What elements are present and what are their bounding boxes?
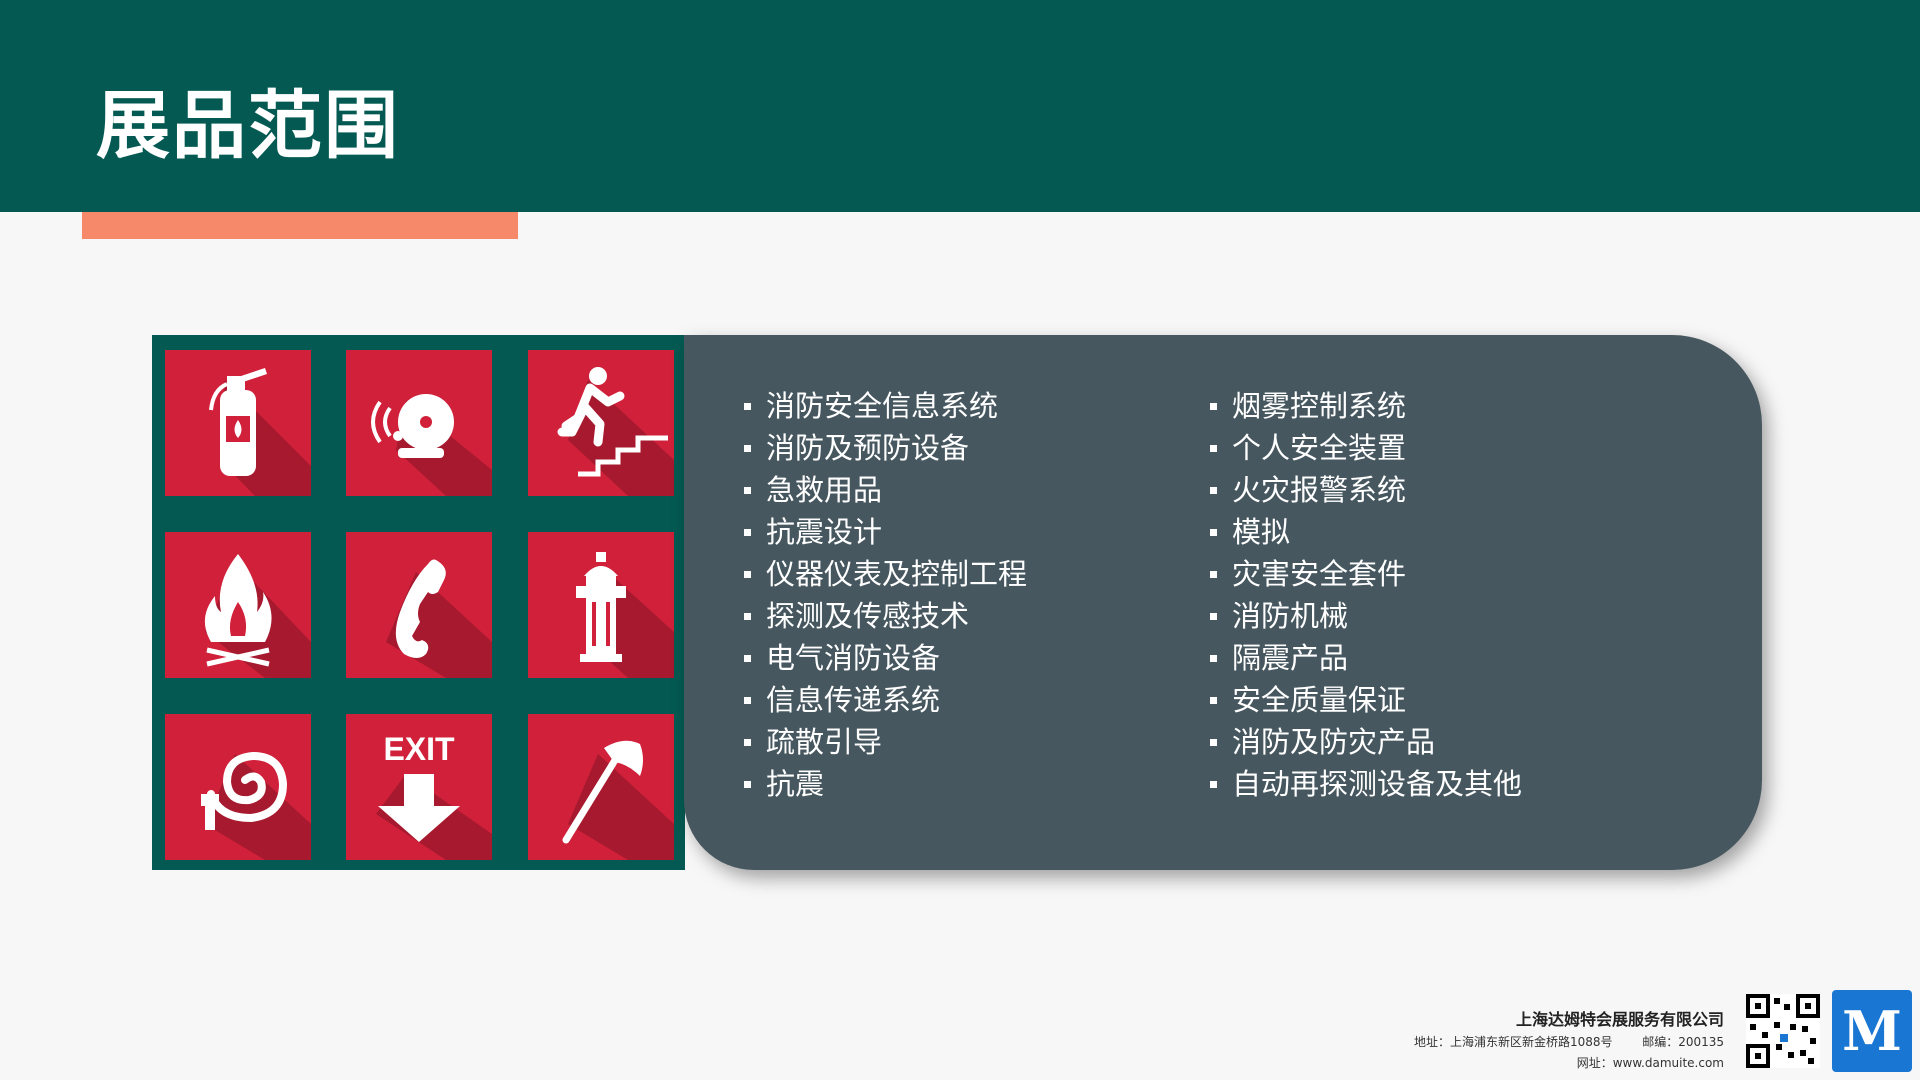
exit-arrow-icon: EXIT bbox=[376, 731, 492, 860]
list-item: 疏散引导 bbox=[742, 721, 1027, 763]
alarm-bell-icon bbox=[371, 394, 492, 496]
phone-icon bbox=[386, 559, 492, 678]
list-item: 抗震 bbox=[742, 763, 1027, 805]
exit-sign-text: EXIT bbox=[383, 731, 455, 767]
fire-icon bbox=[204, 554, 311, 678]
tile-phone bbox=[346, 532, 492, 678]
list-item: 消防机械 bbox=[1208, 595, 1522, 637]
list-item: 抗震设计 bbox=[742, 511, 1027, 553]
footer-website: 网址：www.damuite.com bbox=[1576, 1056, 1724, 1070]
footer-address-line: 地址：上海浦东新区新金桥路1088号 邮编：200135 bbox=[1414, 1033, 1724, 1050]
list-item: 消防安全信息系统 bbox=[742, 385, 1027, 427]
tile-exit: EXIT bbox=[346, 714, 492, 860]
accent-bar bbox=[82, 212, 518, 239]
exhibit-list-panel: 消防安全信息系统 消防及预防设备 急救用品 抗震设计 仪器仪表及控制工程 探测及… bbox=[684, 335, 1762, 870]
fire-extinguisher-icon bbox=[209, 368, 311, 496]
exhibit-list-right: 烟雾控制系统 个人安全装置 火灾报警系统 模拟 灾害安全套件 消防机械 隔震产品… bbox=[1208, 385, 1522, 805]
list-item: 急救用品 bbox=[742, 469, 1027, 511]
emergency-exit-stairs-icon bbox=[557, 367, 674, 496]
exhibit-list-left: 消防安全信息系统 消防及预防设备 急救用品 抗震设计 仪器仪表及控制工程 探测及… bbox=[742, 385, 1027, 805]
footer-postcode: 邮编：200135 bbox=[1642, 1035, 1724, 1049]
tile-hose bbox=[165, 714, 311, 860]
list-item: 模拟 bbox=[1208, 511, 1522, 553]
footer-address: 地址：上海浦东新区新金桥路1088号 bbox=[1413, 1035, 1613, 1049]
list-item: 电气消防设备 bbox=[742, 637, 1027, 679]
tile-alarm-bell bbox=[346, 350, 492, 496]
tile-fire bbox=[165, 532, 311, 678]
list-item: 烟雾控制系统 bbox=[1208, 385, 1522, 427]
tile-fire-extinguisher bbox=[165, 350, 311, 496]
list-item: 灾害安全套件 bbox=[1208, 553, 1522, 595]
list-item: 自动再探测设备及其他 bbox=[1208, 763, 1522, 805]
company-logo: M bbox=[1832, 990, 1912, 1072]
list-item: 个人安全装置 bbox=[1208, 427, 1522, 469]
list-item: 火灾报警系统 bbox=[1208, 469, 1522, 511]
list-item: 安全质量保证 bbox=[1208, 679, 1522, 721]
fire-hose-icon bbox=[201, 751, 311, 860]
list-item: 消防及防灾产品 bbox=[1208, 721, 1522, 763]
list-item: 仪器仪表及控制工程 bbox=[742, 553, 1027, 595]
tile-axe bbox=[528, 714, 674, 860]
safety-icon-grid: EXIT bbox=[152, 335, 685, 870]
header-band: 展品范围 bbox=[0, 0, 1920, 212]
tile-exit-stairs bbox=[528, 350, 674, 496]
list-item: 隔震产品 bbox=[1208, 637, 1522, 679]
fire-axe-icon bbox=[562, 740, 674, 860]
qr-code-icon bbox=[1746, 994, 1820, 1068]
page-title: 展品范围 bbox=[96, 83, 400, 169]
list-item: 探测及传感技术 bbox=[742, 595, 1027, 637]
tile-hydrant bbox=[528, 532, 674, 678]
footer-company-name: 上海达姆特会展服务有限公司 bbox=[1515, 1010, 1724, 1029]
list-item: 消防及预防设备 bbox=[742, 427, 1027, 469]
fire-hydrant-icon bbox=[576, 552, 674, 678]
list-item: 信息传递系统 bbox=[742, 679, 1027, 721]
